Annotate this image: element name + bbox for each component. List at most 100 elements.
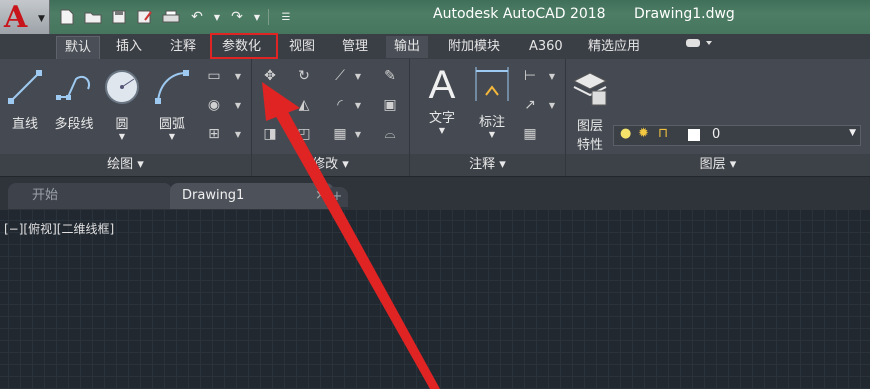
redo-dropdown-icon[interactable]: ▼ xyxy=(252,7,262,27)
tab-start-label: 开始 xyxy=(32,188,59,203)
explode-icon[interactable]: ▣ xyxy=(380,96,400,114)
boundary-icon[interactable]: ⊞ xyxy=(204,125,224,143)
chevron-down-icon[interactable]: ▼ xyxy=(150,132,194,141)
modify-panel-title: 修改 xyxy=(312,157,339,172)
modify-panel-footer[interactable]: 修改 ▾ xyxy=(252,154,409,176)
redo-icon[interactable]: ↷ xyxy=(226,7,248,27)
app-title: Autodesk AutoCAD 2018 xyxy=(433,6,606,22)
mirror-icon[interactable]: ◭ xyxy=(294,96,314,114)
arc-tool[interactable]: 圆弧 ▼ xyxy=(150,67,194,141)
array-icon[interactable]: ▦ xyxy=(330,125,350,143)
chevron-down-icon[interactable]: ▼ xyxy=(348,125,368,143)
tab-drawing1-label: Drawing1 xyxy=(182,188,245,203)
polyline-label: 多段线 xyxy=(54,117,94,132)
customize-toolbar-icon[interactable]: ☰ xyxy=(275,7,297,27)
open-folder-icon[interactable] xyxy=(82,7,104,27)
linear-dimension-icon[interactable]: ⊢ xyxy=(520,67,540,85)
chevron-down-icon[interactable]: ▼ xyxy=(348,67,368,85)
rotate-icon[interactable]: ↻ xyxy=(294,67,314,85)
text-tool[interactable]: A 文字 ▼ xyxy=(420,65,464,135)
drawing-canvas[interactable]: [−][俯视][二维线框] xyxy=(0,210,870,389)
tab-start[interactable]: 开始 xyxy=(8,183,172,209)
chevron-down-icon: ▼ xyxy=(38,14,45,24)
leader-icon[interactable]: ↗ xyxy=(520,96,540,114)
polyline-tool[interactable]: 多段线 xyxy=(48,67,100,132)
polyline-icon xyxy=(56,75,90,100)
ribbon-tab-bar: 默认 插入 注释 参数化 视图 管理 输出 附加模块 A360 精选应用 xyxy=(0,34,870,60)
draw-panel-title: 绘图 xyxy=(107,157,134,172)
modify-panel: ✥ ↻ ⟋ ▼ ✎ ⧉ ◭ ◜ ▼ ▣ ◨ ◰ ▦ ▼ ⌓ 修改 ▾ xyxy=(252,59,410,176)
table-icon[interactable]: ▦ xyxy=(520,125,540,143)
chevron-down-icon[interactable]: ▼ xyxy=(470,130,514,139)
layers-panel-title: 图层 xyxy=(699,157,726,172)
ribbon-options-icon[interactable] xyxy=(676,36,722,58)
close-icon[interactable]: × xyxy=(315,183,326,209)
application-menu-button[interactable]: A ▼ xyxy=(0,0,50,36)
new-tab-button[interactable]: + xyxy=(326,187,348,207)
stretch-icon[interactable]: ◨ xyxy=(260,125,280,143)
tab-a360[interactable]: A360 xyxy=(521,36,571,58)
save-as-icon[interactable] xyxy=(134,7,156,27)
chevron-down-icon[interactable]: ▼ xyxy=(542,96,562,114)
layer-dropdown[interactable]: ● ✹ ⊓ 0 ▼ xyxy=(613,125,861,146)
tab-insert[interactable]: 插入 xyxy=(108,36,150,58)
layer-properties-tool[interactable]: 图层 特性 xyxy=(568,69,612,153)
tab-featured-apps[interactable]: 精选应用 xyxy=(580,36,648,58)
viewport-controls[interactable]: [−][俯视][二维线框] xyxy=(4,220,114,237)
move-icon[interactable]: ✥ xyxy=(260,67,280,85)
offset-icon[interactable]: ⌓ xyxy=(380,125,400,143)
divider xyxy=(268,9,269,25)
tab-drawing1[interactable]: Drawing1 × xyxy=(170,183,334,209)
layers-panel-footer[interactable]: 图层 ▾ xyxy=(566,154,870,176)
scale-icon[interactable]: ◰ xyxy=(294,125,314,143)
arc-icon xyxy=(155,70,189,104)
hatch-icon[interactable]: ◉ xyxy=(204,96,224,114)
chevron-down-icon[interactable]: ▼ xyxy=(420,126,464,135)
annotation-panel: A 文字 ▼ 标注 ▼ ⊢ ▼ ↗ ▼ ▦ 注释 ▾ xyxy=(410,59,566,176)
chevron-down-icon[interactable]: ▼ xyxy=(100,132,144,141)
ribbon: 直线 多段线 圆 ▼ 圆弧 ▼ ▭ ▼ ◉ ▼ ⊞ ▼ 绘图 ▾ ✥ ↻ ⟋ ▼… xyxy=(0,59,870,200)
lightbulb-icon: ● xyxy=(620,126,632,141)
undo-icon[interactable]: ↶ xyxy=(186,7,208,27)
draw-panel-footer[interactable]: 绘图 ▾ xyxy=(0,154,251,176)
layer-properties-icon xyxy=(572,72,608,106)
save-icon[interactable] xyxy=(108,7,130,27)
annotation-panel-title: 注释 xyxy=(469,157,496,172)
circle-icon xyxy=(105,70,139,104)
undo-dropdown-icon[interactable]: ▼ xyxy=(212,7,222,27)
dimension-icon xyxy=(475,67,509,101)
line-tool[interactable]: 直线 xyxy=(4,67,46,132)
erase-icon[interactable]: ✎ xyxy=(380,67,400,85)
tab-home[interactable]: 默认 xyxy=(56,36,101,59)
dimension-tool[interactable]: 标注 ▼ xyxy=(470,65,514,139)
circle-label: 圆 xyxy=(115,117,129,132)
layer-properties-label-2: 特性 xyxy=(576,138,603,153)
annotation-panel-footer[interactable]: 注释 ▾ xyxy=(410,154,565,176)
tab-manage[interactable]: 管理 xyxy=(334,36,376,58)
tab-output[interactable]: 输出 xyxy=(386,36,429,58)
chevron-down-icon[interactable]: ▼ xyxy=(228,96,248,114)
chevron-down-icon[interactable]: ▼ xyxy=(228,67,248,85)
layer-properties-label-1: 图层 xyxy=(576,119,603,134)
chevron-down-icon[interactable]: ▼ xyxy=(542,67,562,85)
tab-add-ins[interactable]: 附加模块 xyxy=(440,36,508,58)
tab-annotate[interactable]: 注释 xyxy=(162,36,204,58)
circle-tool[interactable]: 圆 ▼ xyxy=(100,67,144,141)
print-icon[interactable] xyxy=(160,7,182,27)
chevron-down-icon[interactable]: ▼ xyxy=(348,96,368,114)
draw-panel: 直线 多段线 圆 ▼ 圆弧 ▼ ▭ ▼ ◉ ▼ ⊞ ▼ 绘图 ▾ xyxy=(0,59,252,176)
tab-view[interactable]: 视图 xyxy=(281,36,323,58)
autocad-logo-icon: A xyxy=(4,0,28,35)
arc-label: 圆弧 xyxy=(158,117,185,132)
copy-icon[interactable]: ⧉ xyxy=(260,96,280,114)
layer-color-swatch xyxy=(688,129,700,141)
chevron-down-icon[interactable]: ▼ xyxy=(228,125,248,143)
rectangle-icon[interactable]: ▭ xyxy=(204,67,224,85)
title-bar: A ▼ ↶ ▼ ↷ ▼ ☰ Autodesk AutoCAD 2018 Draw… xyxy=(0,0,870,36)
quick-access-toolbar: ↶ ▼ ↷ ▼ ☰ xyxy=(56,6,297,28)
fillet-icon[interactable]: ◜ xyxy=(330,96,350,114)
line-icon xyxy=(8,70,42,104)
highlight-box xyxy=(210,33,278,59)
new-file-icon[interactable] xyxy=(56,7,78,27)
trim-icon[interactable]: ⟋ xyxy=(330,67,350,85)
